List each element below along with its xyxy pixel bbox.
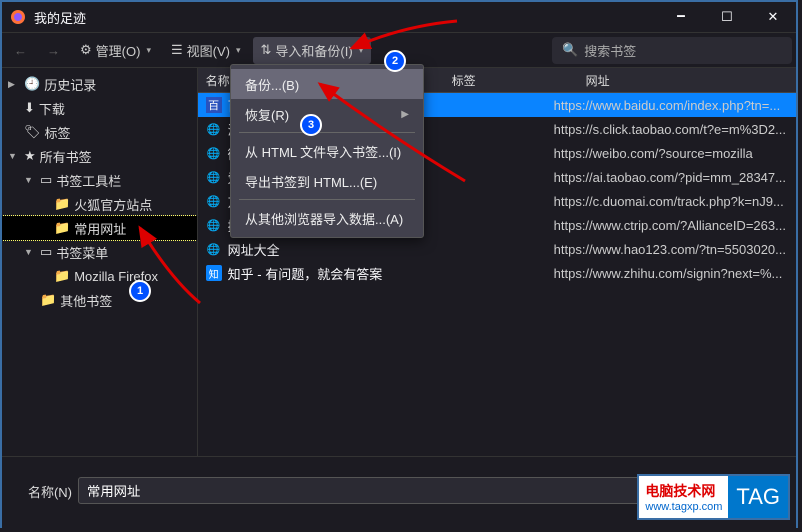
firefox-icon [10, 9, 26, 25]
menu-separator [239, 199, 415, 200]
import-backup-button[interactable]: ⇅ 导入和备份(I) [253, 37, 372, 64]
search-box[interactable]: 🔍 搜索书签 [552, 37, 792, 64]
sidebar-mozilla[interactable]: 📁 Mozilla Firefox [2, 264, 197, 288]
menu-import-browser[interactable]: 从其他浏览器导入数据...(A) [231, 203, 423, 233]
sidebar-frequent[interactable]: 📁 常用网址 [2, 216, 197, 240]
menu-restore[interactable]: 恢复(R)▶ [231, 99, 423, 129]
window-title: 我的足迹 [34, 8, 86, 27]
table-row[interactable]: 知知乎 - 有问题，就会有答案https://www.zhihu.com/sig… [198, 261, 796, 285]
watermark-tag: TAG [728, 476, 788, 518]
import-backup-menu: 备份...(B) 恢复(R)▶ 从 HTML 文件导入书签...(I) 导出书签… [230, 64, 424, 238]
sidebar-tags[interactable]: 🏷 标签 [2, 120, 197, 144]
sidebar-other[interactable]: 📁 其他书签 [2, 288, 197, 312]
maximize-button[interactable]: ☐ [704, 2, 750, 32]
menu-export-html[interactable]: 导出书签到 HTML...(E) [231, 166, 423, 196]
watermark: 电脑技术网 www.tagxp.com TAG [637, 474, 790, 520]
col-tags[interactable]: 标签 [444, 72, 578, 89]
name-label: 名称(N) [12, 477, 78, 501]
watermark-line1: 电脑技术网 [645, 481, 722, 501]
step-badge-2: 2 [384, 50, 406, 72]
chevron-right-icon: ▶ [401, 109, 409, 120]
col-url[interactable]: 网址 [578, 72, 796, 89]
minimize-button[interactable]: 🗕 [658, 2, 704, 32]
forward-button[interactable]: → [39, 39, 68, 62]
watermark-line2: www.tagxp.com [645, 501, 722, 513]
table-row[interactable]: 🌐网址大全https://www.hao123.com/?tn=5503020.… [198, 237, 796, 261]
menu-backup[interactable]: 备份...(B) [231, 69, 423, 99]
step-badge-3: 3 [300, 114, 322, 136]
sidebar-menu-folder[interactable]: ▼▭ 书签菜单 [2, 240, 197, 264]
sidebar-downloads[interactable]: ⬇ 下载 [2, 96, 197, 120]
step-badge-1: 1 [129, 280, 151, 302]
organize-button[interactable]: ⚙ 管理(O) [72, 37, 159, 64]
back-button[interactable]: ← [6, 39, 35, 62]
sidebar-fox-official[interactable]: 📁 火狐官方站点 [2, 192, 197, 216]
sidebar-toolbar-folder[interactable]: ▼▭ 书签工具栏 [2, 168, 197, 192]
close-button[interactable]: ✕ [750, 2, 796, 32]
view-button[interactable]: ☰ 视图(V) [163, 37, 249, 64]
sidebar-history[interactable]: ▶🕘 历史记录 [2, 72, 197, 96]
menu-separator [239, 132, 415, 133]
sidebar: ▶🕘 历史记录 ⬇ 下载 🏷 标签 ▼★ 所有书签 ▼▭ 书签工具栏 📁 火狐官… [2, 68, 198, 456]
search-icon: 🔍 [562, 42, 578, 58]
search-placeholder: 搜索书签 [584, 41, 636, 60]
menu-import-html[interactable]: 从 HTML 文件导入书签...(I) [231, 136, 423, 166]
titlebar: 我的足迹 🗕 ☐ ✕ [2, 2, 796, 32]
sidebar-all-bookmarks[interactable]: ▼★ 所有书签 [2, 144, 197, 168]
